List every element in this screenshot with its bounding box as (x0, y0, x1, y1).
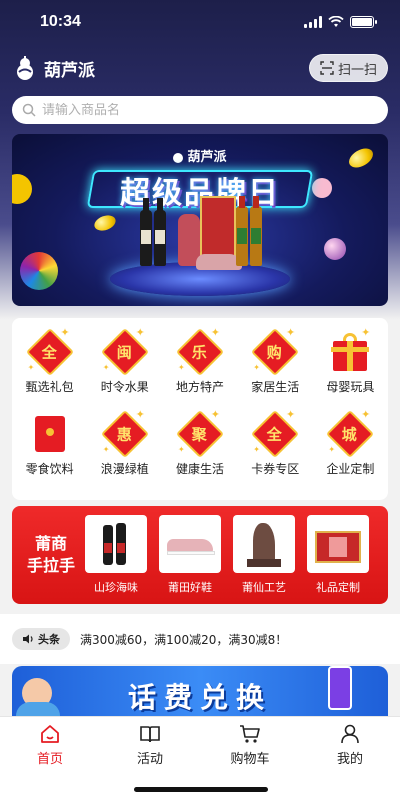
banner-logo: 葫芦派 (12, 146, 388, 165)
red-envelope-icon (26, 410, 74, 458)
user-icon (341, 724, 359, 744)
decor-orb (324, 238, 346, 260)
status-bar: 10:34 (0, 0, 400, 44)
cheng-diamond-icon: 城 ✦ ✦ (326, 408, 375, 459)
scan-button[interactable]: 扫一扫 (308, 54, 388, 82)
gourd-logo-icon (17, 56, 33, 80)
headline-tag: 头条 (12, 628, 70, 650)
category-label: 浪漫绿植 (100, 462, 149, 476)
promo-item-gifts[interactable]: 礼品定制 (306, 515, 370, 595)
news-ticker[interactable]: 头条 满300减60，满100减20，满30减8！ (0, 614, 400, 664)
promo-strip: 莆商 手拉手 山珍海味 莆田好鞋 莆仙工艺 礼品定制 (12, 506, 388, 604)
promo-title: 莆商 手拉手 (26, 534, 75, 575)
scan-icon (320, 61, 334, 75)
quan-diamond-icon: 全 ✦ ✦ (25, 326, 74, 377)
category-label: 家居生活 (251, 380, 300, 394)
category-label: 甄选礼包 (25, 380, 74, 394)
category-item[interactable]: 全 ✦ ✦ 甄选礼包 (12, 326, 87, 410)
category-item[interactable]: 购 ✦ ✦ 家居生活 (238, 326, 313, 410)
root-carving-icon (233, 515, 295, 573)
oil-bottle (250, 196, 262, 266)
min-diamond-icon: 闽 ✦ ✦ (100, 326, 149, 377)
signal-icon (304, 16, 322, 28)
ju-diamond-icon: 聚 ✦ ✦ (175, 408, 225, 459)
home-indicator (134, 787, 268, 792)
category-item[interactable]: 聚 ✦ ✦ 健康生活 (162, 408, 237, 492)
category-label: 母婴玩具 (326, 380, 375, 394)
status-time: 10:34 (40, 13, 81, 30)
oil-bottle (236, 196, 248, 266)
category-item[interactable]: ✦ 母婴玩具 (313, 326, 388, 410)
category-item[interactable]: 全 ✦ ✦ 卡券专区 (238, 408, 313, 492)
book-icon (140, 726, 160, 743)
category-label: 地方特产 (175, 380, 224, 394)
search-input[interactable] (42, 102, 378, 118)
cart-icon (240, 725, 260, 743)
ticker-text: 满300减60，满100减20，满30减8！ (80, 632, 288, 647)
wifi-icon (328, 16, 344, 27)
category-label: 健康生活 (175, 462, 224, 476)
search-bar[interactable] (12, 96, 388, 124)
sneaker-icon (159, 515, 221, 573)
category-label: 卡券专区 (251, 462, 300, 476)
category-grid: 全 ✦ ✦ 甄选礼包闽 ✦ ✦ 时令水果乐 ✦ ✦ 地方特产购 ✦ ✦ 家居生活 ✦ 母婴玩具 零食饮料惠 ✦ ✦… (12, 318, 388, 500)
tab-profile[interactable]: 我的 (300, 717, 400, 800)
promo-item-seafood[interactable]: 山珍海味 (84, 515, 148, 595)
brand: 葫芦派 (12, 55, 95, 81)
decor-orb (20, 252, 58, 290)
quan-diamond-icon: 全 ✦ ✦ (251, 408, 300, 459)
bottom-tab-bar: 首页 活动 购物车 我的 (0, 716, 400, 800)
scan-label: 扫一扫 (337, 62, 377, 78)
decor-coin (92, 212, 118, 234)
app-header: 葫芦派 扫一扫 (0, 50, 400, 86)
wine-bottles-icon (85, 515, 147, 573)
battery-icon (350, 16, 377, 28)
wine-bottle (154, 198, 166, 266)
gift-set-icon (307, 515, 369, 573)
category-label: 零食饮料 (25, 462, 74, 476)
tab-home[interactable]: 首页 (0, 717, 100, 800)
gou-diamond-icon: 购 ✦ ✦ (251, 326, 300, 377)
category-item[interactable]: 乐 ✦ ✦ 地方特产 (162, 326, 237, 410)
gift-box-icon: ✦ (326, 326, 374, 376)
category-item[interactable]: 闽 ✦ ✦ 时令水果 (87, 326, 162, 410)
hui-diamond-icon: 惠 ✦ ✦ (100, 408, 149, 459)
phone-banner-title: 话费兑换 (127, 681, 272, 714)
speaker-icon (23, 634, 33, 644)
search-icon (22, 103, 36, 117)
le-diamond-icon: 乐 ✦ ✦ (175, 326, 225, 377)
promo-item-craft[interactable]: 莆仙工艺 (232, 515, 296, 595)
category-item[interactable]: 零食饮料 (12, 410, 87, 492)
promo-item-shoes[interactable]: 莆田好鞋 (158, 515, 222, 595)
home-icon (41, 725, 59, 743)
wine-bottle (140, 198, 152, 266)
category-item[interactable]: 城 ✦ ✦ 企业定制 (313, 408, 388, 492)
category-label: 时令水果 (100, 380, 149, 394)
brand-name: 葫芦派 (44, 60, 95, 81)
promo-banner[interactable]: 葫芦派 超级品牌日 (12, 134, 388, 306)
category-label: 企业定制 (326, 462, 375, 476)
status-icons (304, 16, 377, 28)
category-item[interactable]: 惠 ✦ ✦ 浪漫绿植 (87, 408, 162, 492)
